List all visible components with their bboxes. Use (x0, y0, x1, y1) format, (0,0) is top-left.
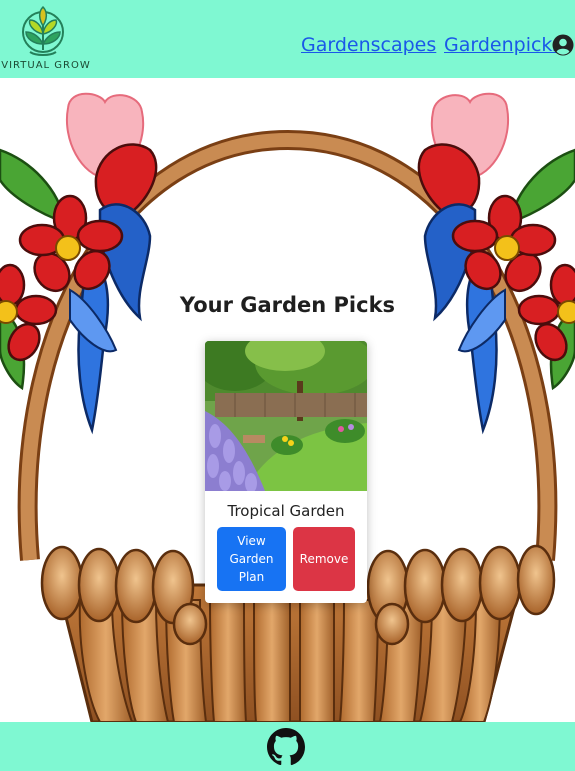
card-title: Tropical Garden (227, 502, 345, 520)
github-icon[interactable] (267, 728, 305, 766)
remove-button[interactable]: Remove (293, 527, 355, 591)
view-garden-plan-button[interactable]: View Garden Plan (217, 527, 286, 591)
garden-card: Tropical Garden View Garden Plan Remove (205, 341, 367, 603)
user-circle-icon[interactable] (552, 34, 574, 56)
header: VIRTUAL GROW Gardenscapes Gardenpicks (0, 0, 575, 78)
right-flowers (417, 92, 575, 435)
nav-link-gardenpicks[interactable]: Gardenpicks (444, 34, 562, 56)
left-flowers (0, 92, 158, 435)
logo-text: VIRTUAL GROW (1, 60, 91, 71)
garden-photo (205, 341, 367, 491)
nav-link-gardenscapes[interactable]: Gardenscapes (301, 34, 436, 56)
page-title: Your Garden Picks (179, 293, 396, 317)
footer (0, 722, 575, 771)
